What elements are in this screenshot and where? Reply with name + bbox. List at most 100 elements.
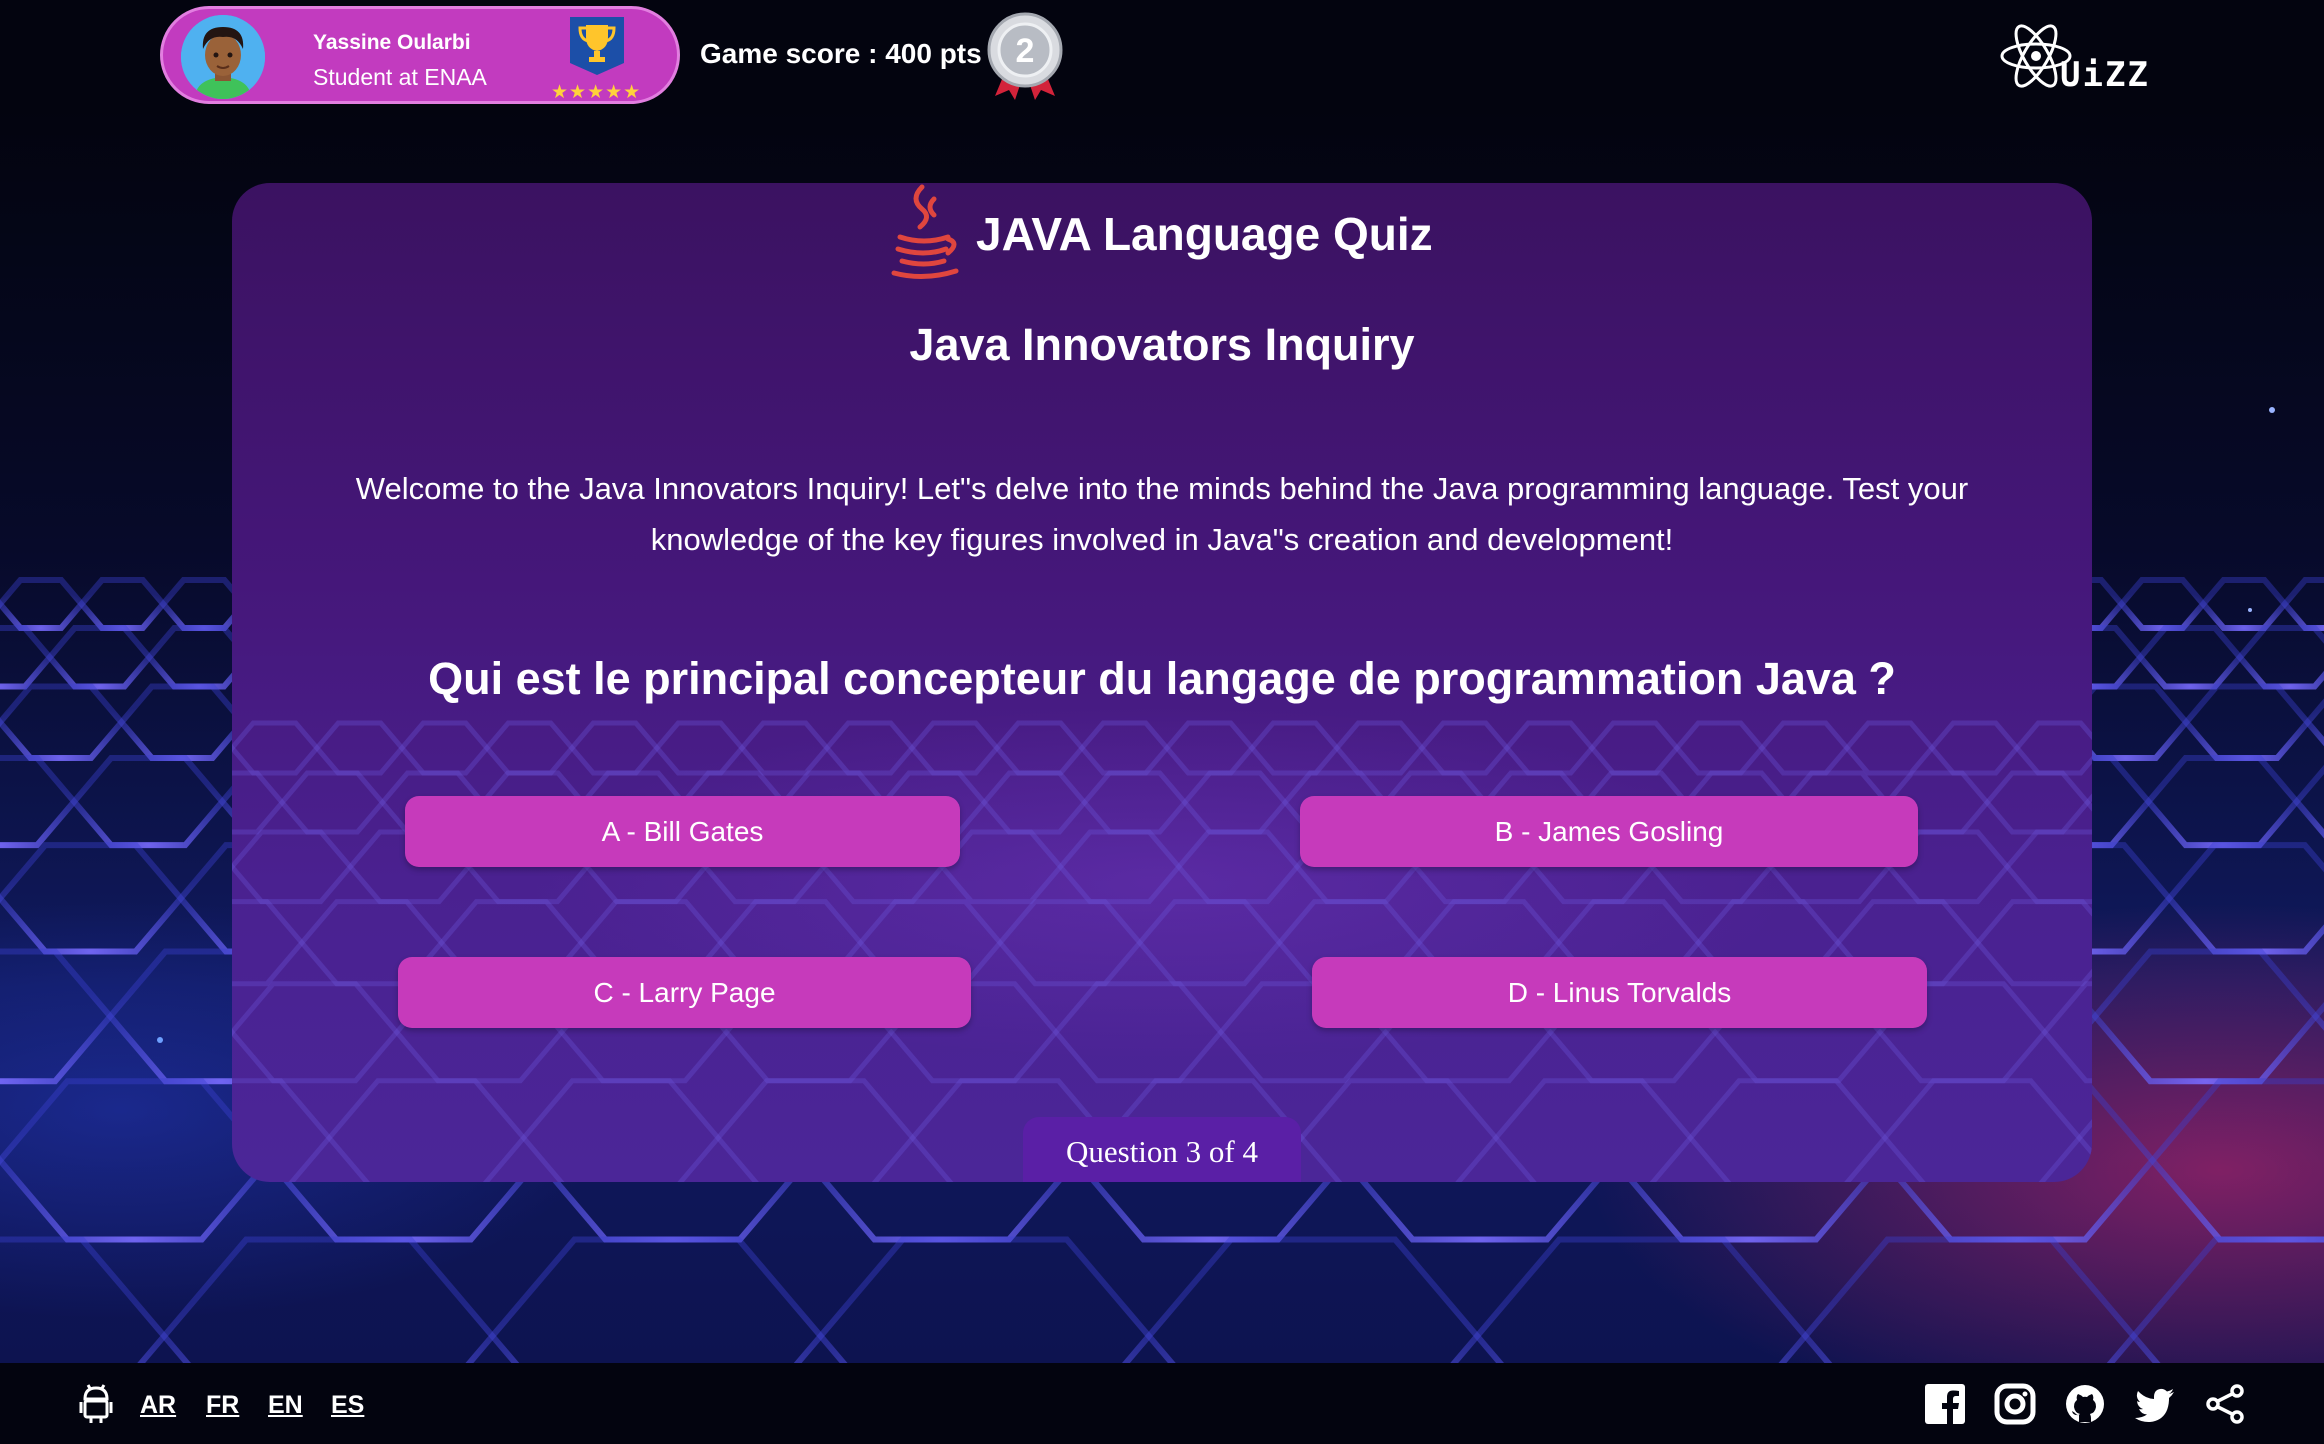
hex-cell xyxy=(1881,1078,2083,1182)
hex-cell xyxy=(520,1078,722,1182)
hex-cell xyxy=(0,1078,273,1243)
hex-cell xyxy=(0,948,115,1085)
hex-cell xyxy=(0,1236,169,1363)
hex-cell xyxy=(996,899,1144,987)
hex-cell xyxy=(568,720,661,776)
hex-cell xyxy=(908,720,1001,776)
hex-cell xyxy=(823,720,916,776)
hex-cell xyxy=(2136,625,2244,690)
hex-cell xyxy=(2165,842,2324,955)
hex-cell xyxy=(714,1078,916,1182)
hex-cell xyxy=(993,720,1086,776)
hex-cell xyxy=(2076,1119,2092,1157)
hex-cell xyxy=(2280,577,2324,631)
hex-cell xyxy=(1078,720,1171,776)
hex-cell xyxy=(1492,1078,1694,1182)
java-icon xyxy=(886,183,962,283)
hex-cell xyxy=(2311,1001,2324,1031)
answer-b-button[interactable]: B - James Gosling xyxy=(1300,796,1918,867)
hex-cell xyxy=(2091,948,2320,1085)
hex-cell xyxy=(1418,720,1511,776)
quiz-subtitle: Java Innovators Inquiry xyxy=(909,319,1415,370)
user-name: Yassine Oularbi xyxy=(313,31,471,54)
hex-cell xyxy=(1057,829,1183,905)
hex-cell xyxy=(2117,577,2208,631)
hex-cell xyxy=(1081,770,1189,835)
hex-cell xyxy=(232,981,401,1084)
rating-stars: ★★★★★ xyxy=(551,82,642,103)
hex-cell xyxy=(0,755,79,849)
quiz-logo[interactable]: UiZZ xyxy=(1998,18,2162,95)
facebook-icon[interactable] xyxy=(1924,1383,1966,1425)
hex-cell xyxy=(1758,720,1851,776)
hex-cell xyxy=(980,770,1088,835)
hex-cell xyxy=(1163,720,1256,776)
hex-cell xyxy=(2303,698,2324,747)
hex-cell xyxy=(160,1236,497,1363)
hex-cell xyxy=(2235,625,2324,690)
medal-icon: 2 xyxy=(985,10,1065,100)
github-icon[interactable] xyxy=(2064,1383,2106,1425)
hex-cell xyxy=(77,577,168,631)
hex-cell xyxy=(1144,1236,1482,1363)
hex-cell xyxy=(232,899,306,987)
hex-cell xyxy=(653,720,746,776)
lang-es-link[interactable]: ES xyxy=(331,1391,364,1420)
hex-cell xyxy=(1843,720,1936,776)
hex-cell xyxy=(2144,755,2301,849)
instagram-icon[interactable] xyxy=(1994,1383,2036,1425)
hex-cell xyxy=(1298,1078,1500,1182)
medal-rank: 2 xyxy=(1016,32,1035,70)
lang-ar-link[interactable]: AR xyxy=(140,1391,176,1420)
footer: AR FR EN ES xyxy=(0,1363,2324,1444)
hex-cell xyxy=(1181,770,1289,835)
hex-cell xyxy=(2292,764,2324,839)
hex-cell xyxy=(1687,1078,1889,1182)
hex-cell xyxy=(1333,720,1426,776)
hex-cell xyxy=(1928,720,2021,776)
hex-cell xyxy=(1588,720,1681,776)
hex-cell xyxy=(1801,1236,2138,1363)
hex-cell xyxy=(0,842,185,955)
lang-fr-link[interactable]: FR xyxy=(206,1391,239,1420)
hex-cell xyxy=(2004,829,2092,905)
hex-cell xyxy=(398,720,491,776)
answer-d-button[interactable]: D - Linus Torvalds xyxy=(1312,957,1927,1028)
hex-cell xyxy=(232,829,354,905)
hex-cell xyxy=(1052,981,1225,1084)
profile-card[interactable]: Yassine Oularbi Student at ENAA ★★★★★ xyxy=(160,6,680,104)
answer-c-button[interactable]: C - Larry Page xyxy=(398,957,971,1028)
hex-cell xyxy=(0,625,54,690)
logo-text: UiZZ xyxy=(2060,55,2150,94)
hex-cell xyxy=(0,577,86,631)
hex-cell xyxy=(117,683,247,762)
hex-cell xyxy=(1503,720,1596,776)
hex-cell xyxy=(488,1236,825,1363)
hex-cell xyxy=(2148,1078,2324,1243)
share-icon[interactable] xyxy=(2204,1383,2246,1425)
hex-cell xyxy=(325,1078,527,1182)
quiz-card: JAVA Language Quiz Java Innovators Inqui… xyxy=(232,183,2092,1182)
question-text: Qui est le principal concepteur du langa… xyxy=(428,653,1896,704)
lang-en-link[interactable]: EN xyxy=(268,1391,303,1420)
hex-cell xyxy=(232,720,321,776)
quiz-title: JAVA Language Quiz xyxy=(976,208,1433,260)
hex-cell xyxy=(2182,683,2312,762)
answer-a-button[interactable]: A - Bill Gates xyxy=(405,796,960,867)
hex-cell xyxy=(1673,720,1766,776)
hex-cell xyxy=(278,770,386,835)
hex-cell xyxy=(70,755,227,849)
hex-cell xyxy=(1136,899,1283,987)
android-icon[interactable] xyxy=(78,1383,114,1425)
quiz-intro: Welcome to the Java Innovators Inquiry! … xyxy=(355,471,1969,557)
hex-cell xyxy=(232,770,286,835)
hex-cell xyxy=(1248,720,1341,776)
game-score: Game score : 400 pts xyxy=(700,38,982,69)
hex-cell xyxy=(232,1078,333,1182)
hex-cell xyxy=(313,720,406,776)
hex-cell xyxy=(2041,981,2092,1084)
hex-cell xyxy=(1983,770,2091,835)
hex-cell xyxy=(0,683,126,762)
hex-cell xyxy=(816,1236,1153,1363)
twitter-icon[interactable] xyxy=(2134,1383,2176,1425)
